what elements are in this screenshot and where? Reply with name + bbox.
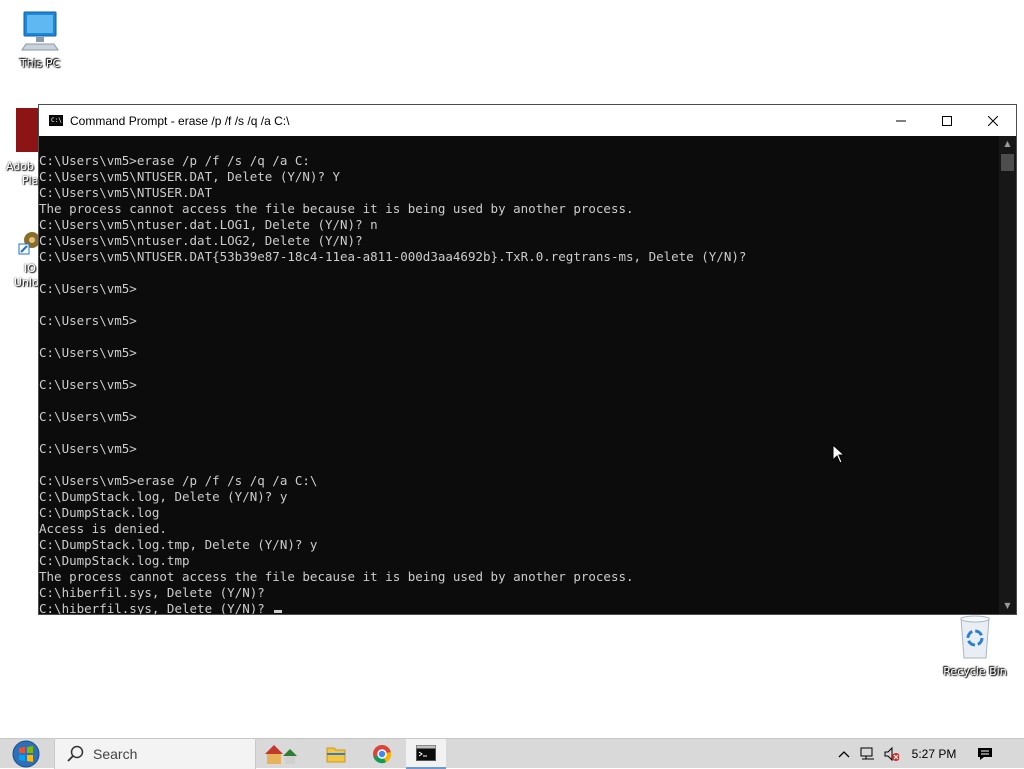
show-hidden-icons-chevron-up-icon[interactable] — [836, 746, 852, 762]
console-line: C:\Users\vm5> — [39, 377, 137, 392]
search-box[interactable]: Search — [54, 739, 256, 769]
window-title: Command Prompt - erase /p /f /s /q /a C:… — [70, 113, 290, 128]
scrollbar-thumb[interactable] — [1001, 154, 1014, 171]
adobe-label-partial-2: Pla — [22, 174, 39, 187]
vertical-scrollbar[interactable]: ▲ ▼ — [999, 136, 1016, 614]
taskbar-file-explorer[interactable] — [316, 739, 356, 769]
console-line: C:\DumpStack.log — [39, 505, 160, 520]
console-line: C:\Users\vm5\NTUSER.DAT, Delete (Y/N)? Y — [39, 169, 341, 184]
maximize-button[interactable] — [924, 105, 970, 136]
console-prompt-line[interactable]: C:\hiberfil.sys, Delete (Y/N)? — [39, 601, 999, 614]
start-button[interactable] — [6, 739, 46, 769]
notification-speech-bubble-icon — [978, 748, 992, 760]
console-line: C:\Users\vm5> — [39, 313, 137, 328]
action-center-icon[interactable] — [977, 746, 993, 762]
taskbar-chrome[interactable] — [362, 739, 402, 769]
this-pc-label: This PC — [19, 57, 61, 70]
unlocker-label-partial: IO — [24, 262, 36, 275]
console-line: C:\Users\vm5\NTUSER.DAT{53b39e87-18c4-11… — [39, 249, 747, 264]
console-prompt-text: C:\hiberfil.sys, Delete (Y/N)? — [39, 601, 273, 614]
taskbar-clock[interactable]: 5:27 PM — [906, 739, 962, 769]
adobe-app-icon[interactable] — [16, 108, 40, 152]
console-line: The process cannot access the file becau… — [39, 201, 634, 216]
houses-app-icon — [265, 745, 297, 764]
unlocker-label-partial-2: Unlo — [14, 276, 39, 289]
scroll-down-arrow-icon[interactable]: ▼ — [999, 600, 1016, 612]
recycle-bin-label: Recycle Bin — [943, 665, 1007, 678]
network-monitor-icon — [860, 747, 874, 760]
title-bar[interactable]: C:\ Command Prompt - erase /p /f /s /q /… — [39, 105, 1016, 136]
chrome-icon — [373, 745, 392, 764]
console-line: C:\Users\vm5\NTUSER.DAT — [39, 185, 213, 200]
taskbar: Search 5:27 PM — [0, 738, 1024, 769]
recycle-bin-icon[interactable]: Recycle Bin — [942, 614, 1008, 678]
console-line: C:\hiberfil.sys, Delete (Y/N)? — [39, 585, 265, 600]
cmd-app-icon: C:\ — [49, 115, 63, 126]
console-line: C:\DumpStack.log.tmp, Delete (Y/N)? y — [39, 537, 318, 552]
console-line: C:\Users\vm5>erase /p /f /s /q /a C: — [39, 153, 310, 168]
text-caret — [274, 610, 283, 613]
scroll-up-arrow-icon[interactable]: ▲ — [999, 138, 1016, 150]
monitor-icon — [21, 11, 59, 51]
cmd-icon — [416, 745, 436, 761]
console-line: C:\Users\vm5\ntuser.dat.LOG2, Delete (Y/… — [39, 233, 363, 248]
console-line: C:\Users\vm5>erase /p /f /s /q /a C:\ — [39, 473, 318, 488]
taskbar-app-houses[interactable] — [262, 739, 302, 769]
close-button[interactable] — [970, 105, 1016, 136]
search-icon — [67, 745, 84, 762]
search-placeholder: Search — [93, 746, 138, 762]
this-pc-icon[interactable]: This PC — [8, 10, 72, 70]
trash-bin-icon — [960, 615, 990, 659]
maximize-icon — [942, 115, 952, 126]
windows-logo-icon — [12, 740, 40, 768]
console-line: C:\Users\vm5\ntuser.dat.LOG1, Delete (Y/… — [39, 217, 378, 232]
console-output[interactable]: C:\Users\vm5>erase /p /f /s /q /a C: C:\… — [39, 136, 999, 614]
gear-icon — [18, 232, 40, 255]
minimize-button[interactable] — [878, 105, 924, 136]
console-line: C:\Users\vm5> — [39, 441, 137, 456]
network-icon[interactable] — [860, 746, 876, 762]
console-line: C:\Users\vm5> — [39, 409, 137, 424]
console-line: C:\DumpStack.log.tmp — [39, 553, 190, 568]
chevron-up-icon — [838, 751, 850, 758]
taskbar-command-prompt[interactable] — [406, 739, 446, 769]
command-prompt-window[interactable]: C:\ Command Prompt - erase /p /f /s /q /… — [38, 104, 1017, 615]
mouse-pointer-icon — [832, 444, 846, 464]
console-line: Access is denied. — [39, 521, 167, 536]
volume-muted-icon[interactable] — [883, 746, 899, 762]
speaker-muted-icon — [884, 746, 899, 762]
folder-icon — [326, 747, 346, 763]
console-line: C:\DumpStack.log, Delete (Y/N)? y — [39, 489, 288, 504]
console-line: The process cannot access the file becau… — [39, 569, 634, 584]
console-line: C:\Users\vm5> — [39, 345, 137, 360]
close-icon — [988, 115, 998, 126]
adobe-label-partial: Adob — [6, 160, 35, 173]
minimize-icon — [896, 120, 906, 121]
unlocker-app-icon[interactable] — [18, 230, 40, 256]
console-line: C:\Users\vm5> — [39, 281, 137, 296]
